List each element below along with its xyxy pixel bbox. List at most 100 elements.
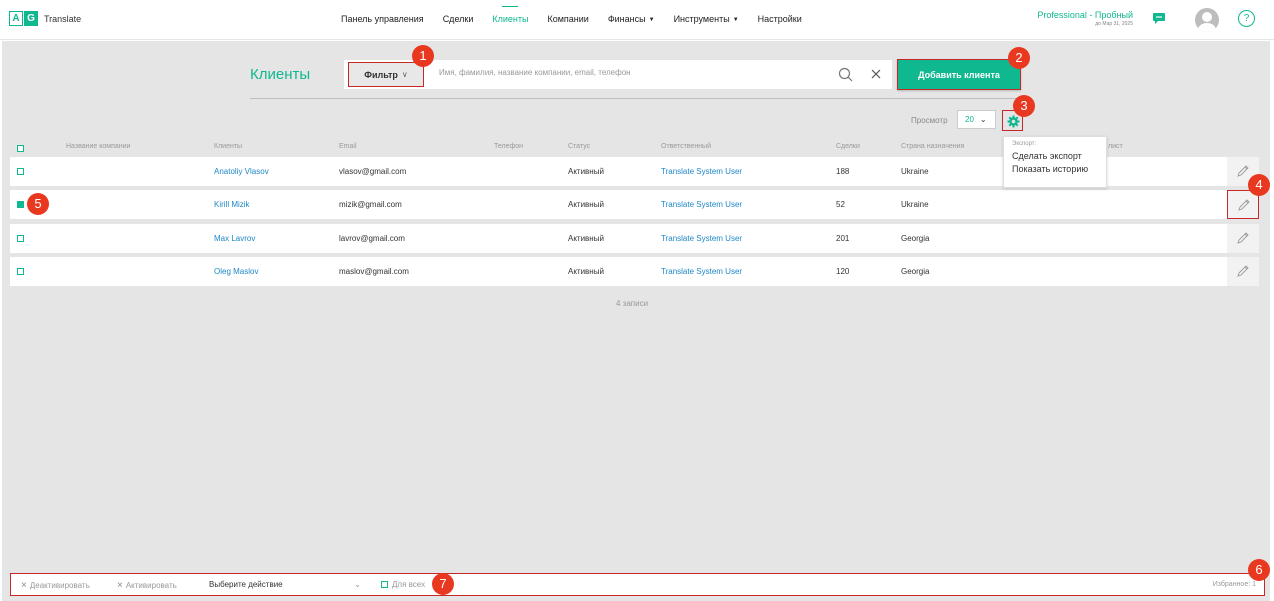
cell-deals: 120	[836, 267, 850, 276]
table-row[interactable]: Max Lavrov lavrov@gmail.com Активный Transl…	[10, 224, 1259, 253]
row-checkbox[interactable]	[17, 235, 24, 242]
help-icon[interactable]: ?	[1238, 10, 1255, 27]
export-menu-title: Экспорт:	[1012, 141, 1037, 147]
cell-client-link[interactable]: Oleg Maslov	[214, 267, 258, 276]
search-icon[interactable]	[838, 67, 853, 82]
activate-label: Активировать	[125, 581, 177, 590]
close-icon[interactable]	[870, 68, 882, 80]
row-checkbox[interactable]	[17, 168, 24, 175]
cell-manager-link[interactable]: Translate System User	[661, 234, 742, 243]
annotation-badge-3: 3	[1013, 95, 1035, 117]
for-all-label[interactable]: Для всех	[392, 580, 425, 589]
for-all-checkbox[interactable]	[381, 581, 388, 588]
plan-info[interactable]: Professional - Пробный до Мар 31, 2025	[1037, 10, 1133, 27]
nav-item-1[interactable]: Сделки	[443, 14, 474, 24]
chat-bubble-icon[interactable]	[1152, 11, 1166, 25]
cell-status: Активный	[568, 167, 604, 176]
nav-item-label: Инструменты	[673, 14, 730, 24]
search-input[interactable]	[439, 68, 829, 77]
add-client-button[interactable]: Добавить клиента	[897, 59, 1021, 90]
col-header-deals[interactable]: Сделки	[836, 143, 860, 150]
bulk-action-bar: × Деактивировать × Активировать Выберите д…	[10, 573, 1265, 596]
activate-button[interactable]: × Активировать	[117, 580, 177, 591]
main-content	[2, 41, 1270, 601]
cell-country: Georgia	[901, 267, 930, 276]
close-icon: ×	[21, 580, 27, 591]
edit-button[interactable]	[1227, 257, 1259, 286]
col-header-clients[interactable]: Клиенты	[214, 143, 242, 150]
nav-item-2[interactable]: Клиенты	[492, 6, 529, 24]
cell-manager-link[interactable]: Translate System User	[661, 200, 742, 209]
export-item-make-export[interactable]: Сделать экспорт	[1012, 150, 1098, 163]
col-header-phone[interactable]: Телефон	[494, 143, 523, 150]
export-item-show-history[interactable]: Показать историю	[1012, 163, 1098, 176]
nav-item-4[interactable]: Финансы ▼	[608, 14, 655, 24]
logo-letter-a: A	[9, 11, 23, 26]
cell-country: Georgia	[901, 234, 930, 243]
col-header-manager[interactable]: Ответственный	[661, 143, 711, 150]
caret-down-icon: ▼	[732, 17, 739, 23]
nav-item-5[interactable]: Инструменты ▼	[674, 14, 739, 24]
col-header-company[interactable]: Название компании	[66, 143, 130, 150]
gear-icon	[1007, 115, 1020, 128]
top-navbar: A G Translate Панель управления Сделки Кли…	[0, 0, 1274, 40]
cell-manager-link[interactable]: Translate System User	[661, 167, 742, 176]
annotation-badge-4: 4	[1248, 174, 1270, 196]
nav-item-label: Настройки	[757, 14, 802, 24]
cell-deals: 52	[836, 200, 845, 209]
records-count: 4 записи	[616, 299, 649, 308]
chevron-down-icon: ⌄	[979, 115, 987, 124]
logo[interactable]: A G Translate	[9, 11, 81, 26]
chevron-down-icon: ∨	[401, 70, 408, 79]
cell-manager-link[interactable]: Translate System User	[661, 267, 742, 276]
col-header-status[interactable]: Статус	[568, 143, 590, 150]
view-label: Просмотр	[911, 116, 948, 125]
plan-name[interactable]: Professional - Пробный	[1037, 10, 1133, 20]
nav-item-0[interactable]: Панель управления	[341, 14, 424, 24]
user-avatar[interactable]	[1195, 8, 1219, 32]
table-row[interactable]: Oleg Maslov maslov@gmail.com Активный Trans…	[10, 257, 1259, 286]
annotation-badge-1: 1	[412, 45, 434, 67]
nav-item-label: Клиенты	[492, 14, 529, 24]
cell-deals: 188	[836, 167, 850, 176]
page-title: Клиенты	[250, 66, 311, 83]
filter-label: Фильтр	[364, 69, 398, 80]
cell-email: lavrov@gmail.com	[339, 234, 405, 243]
plan-expiry: до Мар 31, 2025	[1095, 21, 1133, 27]
nav-item-3[interactable]: Компании	[547, 14, 588, 24]
deactivate-label: Деактивировать	[29, 581, 90, 590]
table-row[interactable]: Kirill Mizik mizik@gmail.com Активный Trans…	[10, 190, 1259, 219]
cell-client-link[interactable]: Kirill Mizik	[214, 200, 250, 209]
pencil-icon	[1237, 232, 1249, 244]
cell-status: Активный	[568, 267, 604, 276]
avatar-body-shape	[1198, 23, 1216, 32]
nav-item-6[interactable]: Настройки	[758, 14, 802, 24]
action-select-value: Выберите действие	[209, 580, 283, 589]
annotation-badge-7: 7	[432, 573, 454, 595]
cell-deals: 201	[836, 234, 850, 243]
row-checkbox[interactable]	[17, 268, 24, 275]
cell-country: Ukraine	[901, 167, 929, 176]
page-size-select[interactable]: 20 ⌄	[957, 110, 996, 129]
logo-letter-g: G	[24, 11, 38, 26]
select-all-checkbox[interactable]	[17, 145, 24, 152]
cell-client-link[interactable]: Max Lavrov	[214, 234, 255, 243]
cell-client-link[interactable]: Anatoliy Vlasov	[214, 167, 269, 176]
pencil-icon	[1238, 199, 1250, 211]
close-icon: ×	[117, 580, 123, 591]
filter-button[interactable]: Фильтр ∨	[348, 62, 424, 87]
page-size-value: 20	[965, 115, 974, 124]
annotation-badge-2: 2	[1008, 47, 1030, 69]
nav-item-label: Панель управления	[341, 14, 424, 24]
col-header-list[interactable]: лист	[1108, 143, 1123, 150]
cell-email: maslov@gmail.com	[339, 267, 409, 276]
nav-item-label: Сделки	[442, 14, 474, 24]
edit-button[interactable]	[1227, 224, 1259, 253]
row-checkbox[interactable]	[17, 201, 24, 208]
nav-item-label: Финансы	[607, 14, 646, 24]
col-header-email[interactable]: Email	[339, 143, 357, 150]
cell-status: Активный	[568, 200, 604, 209]
col-header-country[interactable]: Страна назначения	[901, 143, 964, 150]
deactivate-button[interactable]: × Деактивировать	[21, 580, 90, 591]
action-select[interactable]: Выберите действие ⌄	[209, 580, 361, 589]
